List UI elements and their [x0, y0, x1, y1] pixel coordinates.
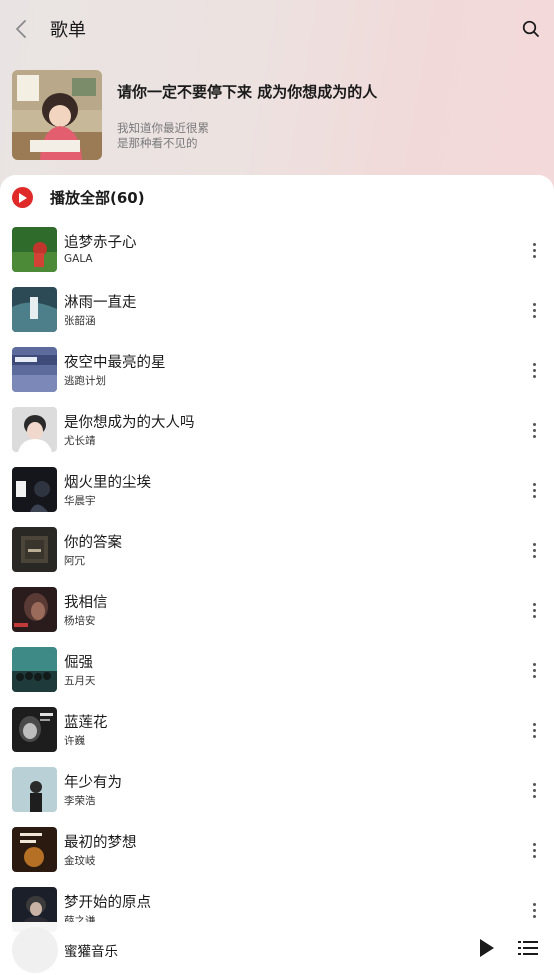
song-artist: 金玟岐	[64, 855, 96, 867]
now-playing-title: 蜜獾音乐	[64, 944, 118, 960]
playlist-description-line: 我知道你最近很累	[117, 121, 209, 135]
page-title: 歌单	[50, 20, 86, 41]
more-options-icon[interactable]	[528, 897, 540, 923]
song-cover	[12, 227, 57, 272]
song-artist: 张韶涵	[64, 315, 96, 327]
song-cover	[12, 707, 57, 752]
playlist-description-line: 是那种看不见的	[117, 136, 198, 150]
song-title: 最初的梦想	[64, 835, 137, 851]
song-title: 年少有为	[64, 775, 122, 791]
more-options-icon[interactable]	[528, 597, 540, 623]
mini-player-bar[interactable]: 蜜獾音乐	[0, 922, 554, 975]
song-row[interactable]: 你的答案 阿冗	[0, 520, 554, 580]
more-options-icon[interactable]	[528, 537, 540, 563]
play-button[interactable]	[478, 938, 496, 958]
song-row[interactable]: 淋雨一直走 张韶涵	[0, 280, 554, 340]
song-artist: 许巍	[64, 735, 85, 747]
song-title: 夜空中最亮的星	[64, 355, 166, 371]
song-cover	[12, 647, 57, 692]
song-cover	[12, 827, 57, 872]
song-artist: 阿冗	[64, 555, 85, 567]
song-row[interactable]: 我相信 杨培安	[0, 580, 554, 640]
song-row[interactable]: 最初的梦想 金玟岐	[0, 820, 554, 880]
song-title: 蓝莲花	[64, 715, 108, 731]
song-artist: 李荣浩	[64, 795, 96, 807]
song-cover	[12, 527, 57, 572]
more-options-icon[interactable]	[528, 297, 540, 323]
play-all-button[interactable]: 播放全部(60)	[12, 187, 145, 208]
play-icon	[480, 939, 494, 957]
search-icon	[522, 20, 539, 37]
song-artist: 逃跑计划	[64, 375, 106, 387]
play-circle-icon	[12, 187, 33, 208]
more-options-icon[interactable]	[528, 357, 540, 383]
more-options-icon[interactable]	[528, 657, 540, 683]
song-title: 梦开始的原点	[64, 895, 151, 911]
song-row[interactable]: 年少有为 李荣浩	[0, 760, 554, 820]
top-bar: 歌单	[0, 0, 554, 58]
song-cover	[12, 347, 57, 392]
song-row[interactable]: 追梦赤子心 GALA	[0, 220, 554, 280]
play-all-label: 播放全部(60)	[50, 189, 145, 207]
song-title: 烟火里的尘埃	[64, 475, 151, 491]
playlist-cover-art	[12, 70, 102, 160]
song-row[interactable]: 夜空中最亮的星 逃跑计划	[0, 340, 554, 400]
now-playing-cover[interactable]	[12, 927, 58, 973]
song-cover	[12, 407, 57, 452]
song-title: 追梦赤子心	[64, 235, 137, 251]
chevron-left-icon	[16, 20, 26, 38]
song-title: 你的答案	[64, 535, 122, 551]
search-button[interactable]	[518, 16, 544, 42]
song-cover	[12, 467, 57, 512]
back-button[interactable]	[8, 14, 34, 44]
song-row[interactable]: 是你想成为的大人吗 尤长靖	[0, 400, 554, 460]
more-options-icon[interactable]	[528, 837, 540, 863]
song-artist: 尤长靖	[64, 435, 96, 447]
playlist-name: 请你一定不要停下来 成为你想成为的人	[117, 83, 378, 101]
song-artist: 杨培安	[64, 615, 96, 627]
more-options-icon[interactable]	[528, 237, 540, 263]
song-cover	[12, 287, 57, 332]
more-options-icon[interactable]	[528, 477, 540, 503]
playlist-icon	[518, 941, 538, 955]
song-title: 倔强	[64, 655, 93, 671]
more-options-icon[interactable]	[528, 717, 540, 743]
song-title: 淋雨一直走	[64, 295, 137, 311]
song-artist: GALA	[64, 253, 93, 265]
song-title: 是你想成为的大人吗	[64, 415, 195, 431]
song-cover	[12, 767, 57, 812]
playlist-button[interactable]	[518, 939, 538, 957]
playlist-cover[interactable]	[12, 70, 102, 160]
song-row[interactable]: 烟火里的尘埃 华晨宇	[0, 460, 554, 520]
more-options-icon[interactable]	[528, 417, 540, 443]
more-options-icon[interactable]	[528, 777, 540, 803]
playlist-description[interactable]: 我知道你最近很累 是那种看不见的	[117, 121, 277, 151]
song-list-panel: 播放全部(60) 追梦赤子心 GALA 淋雨一直走 张韶涵 夜空中最亮的星 逃跑…	[0, 175, 554, 975]
song-row[interactable]: 蓝莲花 许巍	[0, 700, 554, 760]
song-artist: 华晨宇	[64, 495, 96, 507]
song-row[interactable]: 倔强 五月天	[0, 640, 554, 700]
song-title: 我相信	[64, 595, 108, 611]
song-artist: 五月天	[64, 675, 96, 687]
song-cover	[12, 587, 57, 632]
